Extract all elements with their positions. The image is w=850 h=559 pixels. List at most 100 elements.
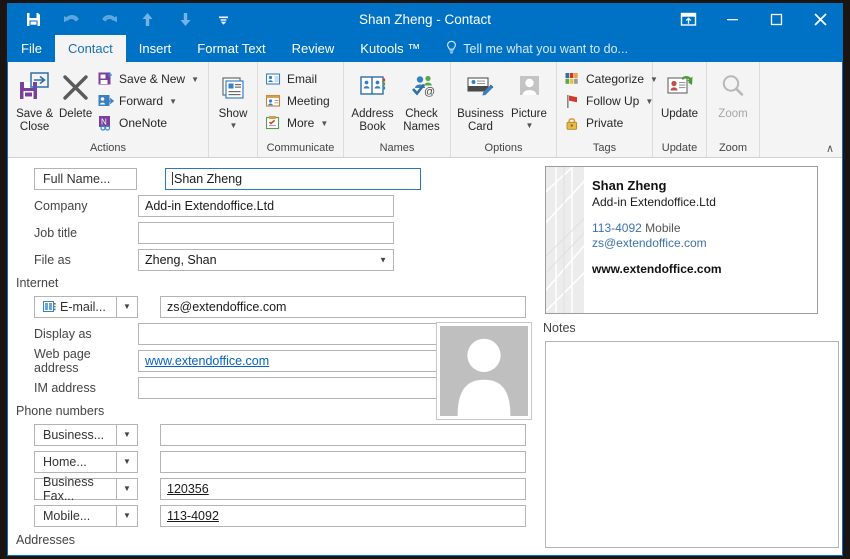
close-icon[interactable] xyxy=(798,4,842,35)
phone-type-label-mobile[interactable]: Mobile... xyxy=(34,504,116,527)
ribbon-display-options-icon[interactable] xyxy=(666,4,710,35)
undo-icon[interactable] xyxy=(52,6,90,34)
collapse-ribbon-button[interactable]: ∧ xyxy=(826,142,834,155)
job-title-input[interactable] xyxy=(138,221,394,244)
save-icon[interactable] xyxy=(14,6,52,34)
im-address-label: IM address xyxy=(34,380,96,395)
chevron-down-icon[interactable]: ▼ xyxy=(116,477,138,500)
contact-photo-placeholder-icon xyxy=(440,326,528,416)
address-book-button[interactable]: Address Book xyxy=(348,66,397,134)
email-type-label: E-mail... xyxy=(60,299,106,314)
private-button[interactable]: Private xyxy=(561,112,663,134)
chevron-down-icon[interactable]: ▼ xyxy=(116,295,138,318)
chevron-down-icon[interactable]: ▼ xyxy=(116,504,138,527)
business-card-website: www.extendoffice.com xyxy=(592,262,722,276)
email-type-selector[interactable]: E-mail... ▼ xyxy=(34,295,138,318)
email-card-icon xyxy=(43,300,56,313)
zoom-magnifier-icon xyxy=(718,69,748,105)
chevron-down-icon[interactable]: ▼ xyxy=(320,119,328,128)
phone-input-home[interactable] xyxy=(160,450,526,473)
forward-button[interactable]: Forward ▼ xyxy=(94,90,204,112)
chevron-down-icon[interactable]: ▼ xyxy=(379,255,387,264)
picture-icon xyxy=(514,69,544,105)
tab-format-text[interactable]: Format Text xyxy=(184,35,278,62)
svg-text:@: @ xyxy=(424,86,435,98)
communicate-small-buttons: Email Meeting More ▼ xyxy=(262,66,335,134)
phone-type-selector-home[interactable]: Home... ▼ xyxy=(34,450,138,473)
full-name-input[interactable]: Shan Zheng xyxy=(165,167,421,190)
phone-type-label-home[interactable]: Home... xyxy=(34,450,116,473)
show-icon xyxy=(219,69,247,105)
addresses-section-header: Addresses xyxy=(16,533,76,547)
tab-review[interactable]: Review xyxy=(279,35,348,62)
notes-input[interactable] xyxy=(545,341,839,548)
save-and-new-label: Save & New xyxy=(119,72,186,86)
chevron-down-icon[interactable]: ▼ xyxy=(116,423,138,446)
phone-input-mobile[interactable]: 113-4092 xyxy=(160,504,526,527)
email-type-button[interactable]: E-mail... xyxy=(34,295,116,318)
business-card-email: zs@extendoffice.com xyxy=(592,236,707,250)
chevron-down-icon[interactable]: ▼ xyxy=(116,450,138,473)
phone-row: Home... ▼ xyxy=(8,448,538,475)
tab-kutools[interactable]: Kutools ™ xyxy=(347,35,433,62)
redo-icon[interactable] xyxy=(90,6,128,34)
zoom-button[interactable]: Zoom xyxy=(711,66,755,121)
tab-file[interactable]: File xyxy=(8,35,55,62)
follow-up-button[interactable]: Follow Up ▼ xyxy=(561,90,663,112)
business-card-company: Add-in Extendoffice.Ltd xyxy=(592,195,716,209)
restore-icon[interactable] xyxy=(754,4,798,35)
file-as-combobox[interactable]: Zheng, Shan ▼ xyxy=(138,248,394,271)
phone-type-label-business[interactable]: Business... xyxy=(34,423,116,446)
business-card-button[interactable]: Business Card xyxy=(455,66,506,134)
next-item-icon[interactable] xyxy=(166,6,204,34)
phone-type-label-business-fax[interactable]: Business Fax... xyxy=(34,475,116,503)
meeting-button[interactable]: Meeting xyxy=(262,90,335,112)
phone-input-business-fax[interactable]: 120356 xyxy=(160,477,526,500)
phone-input-business[interactable] xyxy=(160,423,526,446)
tell-me-search[interactable]: Tell me what you want to do... xyxy=(433,35,628,62)
business-card-pattern xyxy=(546,167,584,313)
ribbon-group-zoom: Zoom Zoom xyxy=(707,62,760,157)
business-card-phone-type: Mobile xyxy=(645,221,681,235)
show-button[interactable]: Show ▼ xyxy=(213,66,253,130)
update-contact-icon xyxy=(665,69,695,105)
meeting-label: Meeting xyxy=(287,94,330,108)
customize-quick-access-icon[interactable] xyxy=(204,6,242,34)
phone-type-selector-mobile[interactable]: Mobile... ▼ xyxy=(34,504,138,527)
email-input[interactable]: zs@extendoffice.com xyxy=(160,295,526,318)
tab-insert[interactable]: Insert xyxy=(126,35,185,62)
chevron-down-icon[interactable]: ▼ xyxy=(230,121,238,130)
company-input[interactable]: Add-in Extendoffice.Ltd xyxy=(138,194,394,217)
more-button[interactable]: More ▼ xyxy=(262,112,335,134)
web-page-address-value[interactable]: www.extendoffice.com xyxy=(145,354,269,368)
update-button[interactable]: Update xyxy=(657,66,702,121)
save-and-close-button[interactable]: Save & Close xyxy=(12,66,57,134)
phone-type-selector-business[interactable]: Business... ▼ xyxy=(34,423,138,446)
chevron-down-icon[interactable]: ▼ xyxy=(525,121,533,130)
meeting-icon xyxy=(265,93,282,110)
email-button[interactable]: Email xyxy=(262,68,335,90)
delete-icon xyxy=(60,69,91,105)
forward-label: Forward xyxy=(119,94,164,108)
check-names-button[interactable]: @ Check Names xyxy=(397,66,446,134)
chevron-down-icon[interactable]: ▼ xyxy=(191,75,199,84)
full-name-button[interactable]: Full Name... xyxy=(34,167,137,190)
quick-access-toolbar xyxy=(8,6,242,34)
follow-up-label: Follow Up xyxy=(586,94,640,108)
phone-type-selector-business-fax[interactable]: Business Fax... ▼ xyxy=(34,475,138,503)
ribbon-group-label-tags: Tags xyxy=(592,142,617,154)
minimize-icon[interactable] xyxy=(710,4,754,35)
delete-button[interactable]: Delete xyxy=(57,66,94,121)
business-card-phone-row: 113-4092 Mobile xyxy=(592,221,811,236)
chevron-down-icon[interactable]: ▼ xyxy=(169,97,177,106)
business-card-preview[interactable]: Shan Zheng Add-in Extendoffice.Ltd 113-4… xyxy=(545,166,818,314)
onenote-button[interactable]: N OneNote xyxy=(94,112,204,134)
previous-item-icon[interactable] xyxy=(128,6,166,34)
categorize-button[interactable]: Categorize ▼ xyxy=(561,68,663,90)
save-and-new-button[interactable]: Save & New ▼ xyxy=(94,68,204,90)
tab-contact[interactable]: Contact xyxy=(54,35,126,62)
ribbon-group-label-zoom: Zoom xyxy=(718,142,748,154)
picture-button[interactable]: Picture ▼ xyxy=(506,66,552,130)
contact-photo[interactable] xyxy=(436,322,532,420)
